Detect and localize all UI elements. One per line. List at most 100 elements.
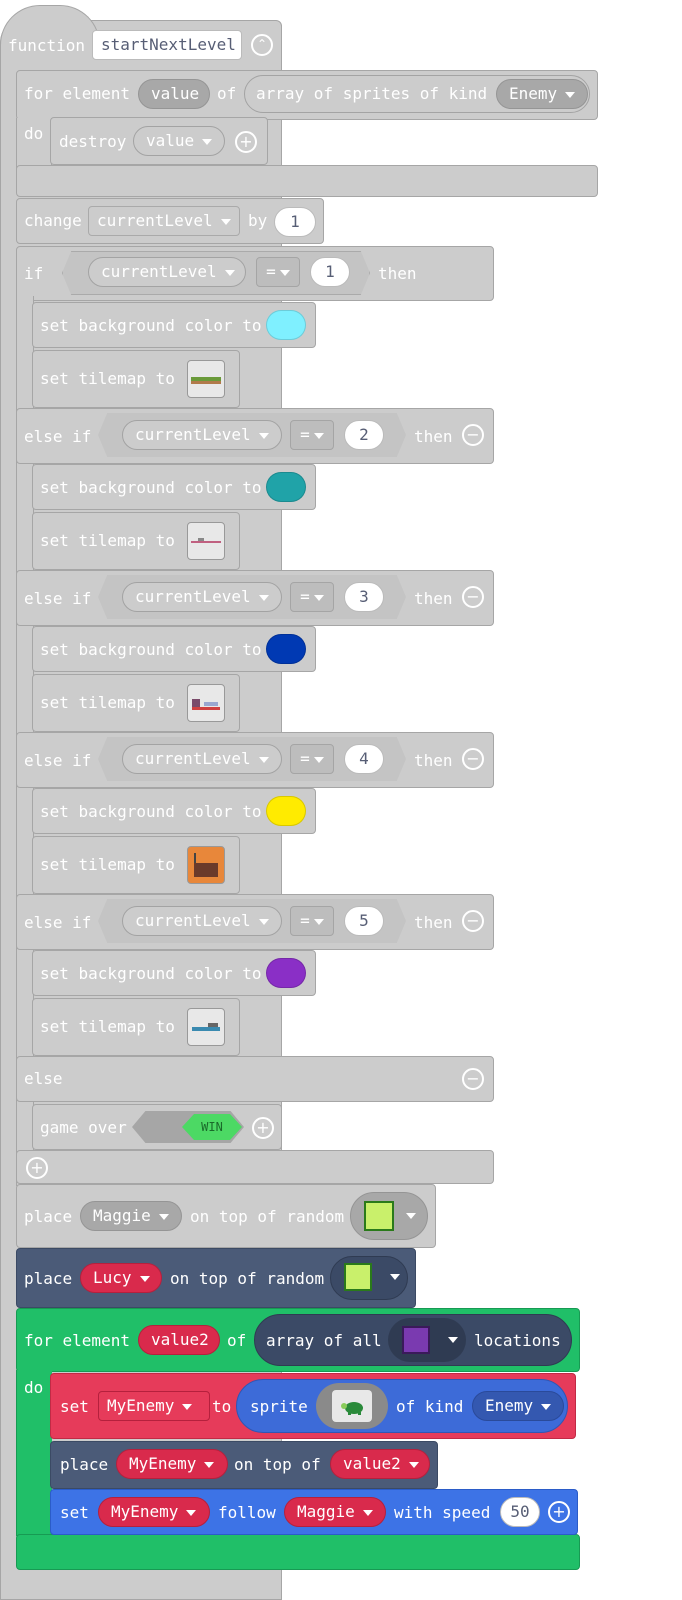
enemy-kind-dropdown[interactable]: Enemy	[472, 1391, 564, 1421]
maggie-dropdown[interactable]: Maggie	[80, 1201, 182, 1231]
tilemap-thumbnail-3[interactable]	[187, 684, 225, 722]
sprite-label: sprite	[250, 1397, 308, 1416]
tilemap-thumbnail-5[interactable]	[187, 1008, 225, 1046]
set-tilemap-label-2: set tilemap to	[40, 531, 175, 550]
for-label: for element	[24, 84, 130, 103]
myenemy-value-3: MyEnemy	[111, 1502, 179, 1521]
win-boolean[interactable]: WIN	[182, 1114, 242, 1140]
condition-3-var: currentLevel	[135, 587, 251, 606]
on-top-label-1: on top of random	[190, 1207, 345, 1226]
if-label: if	[24, 264, 44, 283]
add-icon[interactable]: +	[252, 1117, 274, 1139]
on-top-label-2: on top of random	[170, 1269, 325, 1288]
maggie-dropdown-2[interactable]: Maggie	[284, 1497, 386, 1527]
lucy-dropdown[interactable]: Lucy	[80, 1263, 162, 1293]
set-tilemap-label-4: set tilemap to	[40, 855, 175, 874]
destroy-label: destroy	[59, 132, 127, 151]
set-bg-label-2: set background color to	[40, 478, 262, 497]
condition-2-op-dropdown[interactable]: =	[290, 420, 334, 450]
destroy-var-dropdown[interactable]: value	[133, 126, 225, 156]
myenemy-var-dropdown[interactable]: MyEnemy	[98, 1391, 210, 1421]
chevron-down-icon	[448, 1337, 458, 1343]
else-block[interactable]	[16, 1056, 494, 1102]
color-swatch-4[interactable]	[266, 796, 306, 826]
color-swatch-5[interactable]	[266, 958, 306, 988]
condition-1-op-dropdown[interactable]: =	[256, 257, 300, 287]
enemy-kind-value: Enemy	[485, 1396, 534, 1415]
workspace: function startNextLevel ⌃ for element va…	[0, 0, 682, 1600]
loop-var-pill[interactable]: value	[138, 79, 210, 109]
speed-field[interactable]: 50	[500, 1497, 540, 1527]
myenemy-dropdown-2[interactable]: MyEnemy	[116, 1449, 228, 1479]
condition-5-value-field[interactable]: 5	[344, 906, 384, 936]
color-swatch-2[interactable]	[266, 472, 306, 502]
condition-3-var-dropdown[interactable]: currentLevel	[122, 582, 282, 612]
condition-3-op-dropdown[interactable]: =	[290, 582, 334, 612]
remove-icon[interactable]: −	[462, 1068, 484, 1090]
of-label-2: of	[227, 1331, 247, 1350]
myenemy-value-2: MyEnemy	[129, 1454, 197, 1473]
tilemap-thumbnail-4[interactable]	[187, 846, 225, 884]
expand-collapse-icon[interactable]: ⌃	[251, 34, 273, 56]
array-of-sprites-label: array of sprites of kind	[256, 84, 488, 103]
follow-label: follow	[218, 1503, 276, 1522]
speed-label: with speed	[394, 1503, 491, 1522]
chevron-down-icon	[406, 1213, 416, 1219]
function-keyword: function	[8, 36, 86, 55]
set-tilemap-label-3: set tilemap to	[40, 693, 175, 712]
remove-icon[interactable]: −	[462, 748, 484, 770]
condition-2-var-dropdown[interactable]: currentLevel	[122, 420, 282, 450]
change-label: change	[24, 211, 82, 230]
by-label: by	[248, 211, 268, 230]
if-foot	[16, 1150, 494, 1184]
change-amount-field[interactable]: 1	[274, 207, 316, 237]
place-label-2: place	[24, 1269, 73, 1288]
change-var-dropdown[interactable]: currentLevel	[88, 206, 240, 236]
condition-4-value-field[interactable]: 4	[344, 744, 384, 774]
value2-value: value2	[343, 1454, 401, 1473]
condition-1-value-field[interactable]: 1	[310, 257, 350, 287]
value2-dropdown[interactable]: value2	[330, 1449, 430, 1479]
condition-4-op-dropdown[interactable]: =	[290, 744, 334, 774]
then-label-2: then	[414, 427, 453, 446]
add-icon[interactable]: +	[548, 1501, 570, 1523]
remove-icon[interactable]: −	[462, 910, 484, 932]
myenemy-dropdown-3[interactable]: MyEnemy	[98, 1497, 210, 1527]
condition-1-var-dropdown[interactable]: currentLevel	[88, 257, 246, 287]
kind-dropdown[interactable]: Enemy	[496, 79, 588, 109]
to-label: to	[212, 1397, 232, 1416]
location-icon	[402, 1326, 430, 1354]
remove-icon[interactable]: −	[462, 424, 484, 446]
color-swatch-3[interactable]	[266, 634, 306, 664]
condition-1-op: =	[266, 262, 276, 281]
game-over-label: game over	[40, 1118, 127, 1137]
function-name-field[interactable]: startNextLevel	[92, 30, 242, 60]
tilemap-thumbnail-2[interactable]	[187, 522, 225, 560]
condition-5-var-dropdown[interactable]: currentLevel	[122, 906, 282, 936]
color-swatch-1[interactable]	[266, 310, 306, 340]
condition-5-op-dropdown[interactable]: =	[290, 906, 334, 936]
of-label: of	[217, 84, 237, 103]
add-icon[interactable]: +	[235, 131, 257, 153]
condition-3-value-field[interactable]: 3	[344, 582, 384, 612]
condition-3-op: =	[300, 587, 310, 606]
on-top-label-3: on top of	[234, 1455, 321, 1474]
remove-icon[interactable]: −	[462, 586, 484, 608]
maggie-value-2: Maggie	[297, 1502, 355, 1521]
then-label-5: then	[414, 913, 453, 932]
add-icon[interactable]: +	[26, 1157, 48, 1179]
place-label-1: place	[24, 1207, 73, 1226]
condition-5-op: =	[300, 911, 310, 930]
condition-4-op: =	[300, 749, 310, 768]
myenemy-value: MyEnemy	[107, 1396, 175, 1415]
set-tilemap-label-5: set tilemap to	[40, 1017, 175, 1036]
condition-2-value-field[interactable]: 2	[344, 420, 384, 450]
kind-value: Enemy	[509, 84, 558, 103]
destroy-var-value: value	[146, 131, 195, 150]
lucy-value: Lucy	[93, 1268, 132, 1287]
else-if-label-3: else if	[24, 589, 92, 608]
value2-pill[interactable]: value2	[138, 1325, 220, 1355]
condition-4-var-dropdown[interactable]: currentLevel	[122, 744, 282, 774]
tilemap-thumbnail-1[interactable]	[187, 360, 225, 398]
condition-4-var: currentLevel	[135, 749, 251, 768]
